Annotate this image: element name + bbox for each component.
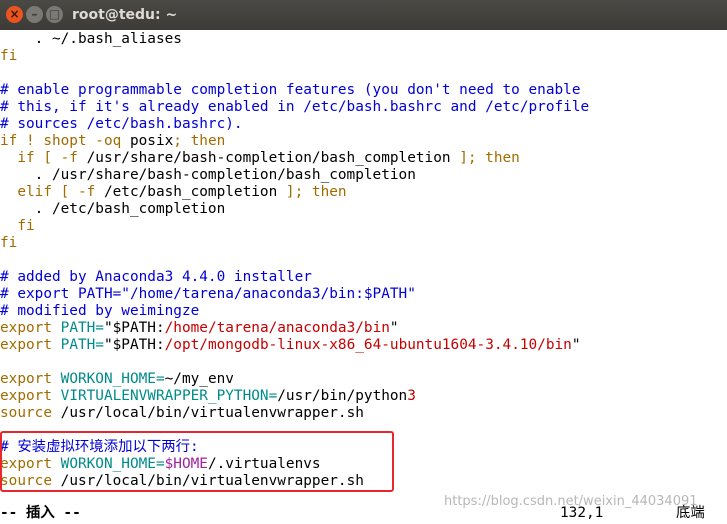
cursor-position: 132,1 (560, 505, 604, 521)
code-line: # modified by weimingze (0, 303, 199, 320)
code-token: elif [ -f (0, 184, 104, 200)
scroll-position: 底端 (676, 505, 705, 521)
code-token: fi (0, 218, 35, 234)
code-token: ]; then (450, 150, 520, 166)
code-token: . ~/.bash_aliases (0, 31, 182, 47)
code-line: export PATH="$PATH:/home/tarena/anaconda… (0, 320, 399, 337)
code-line: . ~/.bash_aliases (0, 31, 182, 48)
code-token: . /etc/bash_completion (0, 201, 226, 217)
code-token: ; then (173, 133, 226, 149)
code-token: if ! shopt -oq (0, 133, 130, 149)
code-line: if ! shopt -oq posix; then (0, 133, 225, 150)
maximize-icon[interactable]: □ (46, 6, 63, 23)
vim-status-line: -- 插入 -- 132,1 底端 (0, 503, 727, 524)
code-token: " (571, 337, 581, 353)
code-token: PATH= (60, 320, 104, 336)
code-token: /opt/mongodb-linux-x86_64-ubuntu1604-3.4… (164, 337, 572, 353)
code-token: /usr/bin/python (277, 388, 408, 404)
code-token: . /usr/share/bash-completion/bash_comple… (0, 167, 416, 183)
code-line: . /usr/share/bash-completion/bash_comple… (0, 167, 416, 184)
code-line: fi (0, 48, 17, 65)
code-token: posix (129, 133, 174, 149)
code-token: /usr/share/bash-completion/bash_completi… (86, 150, 451, 166)
code-line: # enable programmable completion feature… (0, 82, 580, 99)
code-token: "$PATH: (103, 337, 165, 353)
code-token: export (0, 371, 61, 387)
window-title: root@tedu: ~ (72, 7, 178, 23)
code-line: # sources /etc/bash.bashrc). (0, 116, 243, 133)
minimize-icon[interactable]: – (26, 6, 43, 23)
code-token: WORKON_HOME= (60, 371, 165, 387)
code-line: # added by Anaconda3 4.4.0 installer (0, 269, 312, 286)
code-token: " (389, 320, 399, 336)
code-line: # export PATH="/home/tarena/anaconda3/bi… (0, 286, 416, 303)
mode-indicator: -- 插入 -- (0, 505, 81, 521)
code-token: if [ -f (0, 150, 87, 166)
code-token: ~/my_env (164, 371, 234, 387)
code-token: # modified by weimingze (0, 303, 200, 319)
close-icon[interactable]: × (6, 6, 23, 23)
code-token: /etc/bash_completion (103, 184, 278, 200)
code-token: ]; then (277, 184, 347, 200)
code-token: "$PATH: (103, 320, 165, 336)
code-token: /home/tarena/anaconda3/bin (164, 320, 390, 336)
code-line: export WORKON_HOME=~/my_env (0, 371, 234, 388)
code-token: # this, if it's already enabled in /etc/… (0, 99, 590, 115)
code-line: . /etc/bash_completion (0, 201, 226, 218)
code-line: export PATH="$PATH:/opt/mongodb-linux-x8… (0, 337, 581, 354)
code-token: # added by Anaconda3 4.4.0 installer (0, 269, 312, 285)
code-token: # enable programmable completion feature… (0, 82, 581, 98)
code-token: # export PATH="/home/tarena/anaconda3/bi… (0, 286, 416, 302)
code-line: # this, if it's already enabled in /etc/… (0, 99, 589, 116)
code-token: /usr/local/bin/virtualenvwrapper.sh (60, 405, 364, 421)
code-token: fi (0, 48, 18, 64)
code-line: export VIRTUALENVWRAPPER_PYTHON=/usr/bin… (0, 388, 416, 405)
code-token: # sources /etc/bash.bashrc). (0, 116, 243, 132)
code-token: export (0, 320, 61, 336)
code-token: export (0, 388, 61, 404)
code-token: PATH= (60, 337, 104, 353)
code-line: fi (0, 235, 17, 252)
code-token: VIRTUALENVWRAPPER_PYTHON= (60, 388, 278, 404)
code-line: fi (0, 218, 35, 235)
annotation-highlight-box (0, 431, 394, 492)
code-token: source (0, 405, 61, 421)
code-token: 3 (407, 388, 416, 404)
code-line: source /usr/local/bin/virtualenvwrapper.… (0, 405, 364, 422)
window-titlebar: × – □ root@tedu: ~ (0, 0, 727, 30)
code-line: if [ -f /usr/share/bash-completion/bash_… (0, 150, 520, 167)
code-token: fi (0, 235, 18, 251)
code-token: export (0, 337, 61, 353)
code-line: elif [ -f /etc/bash_completion ]; then (0, 184, 347, 201)
